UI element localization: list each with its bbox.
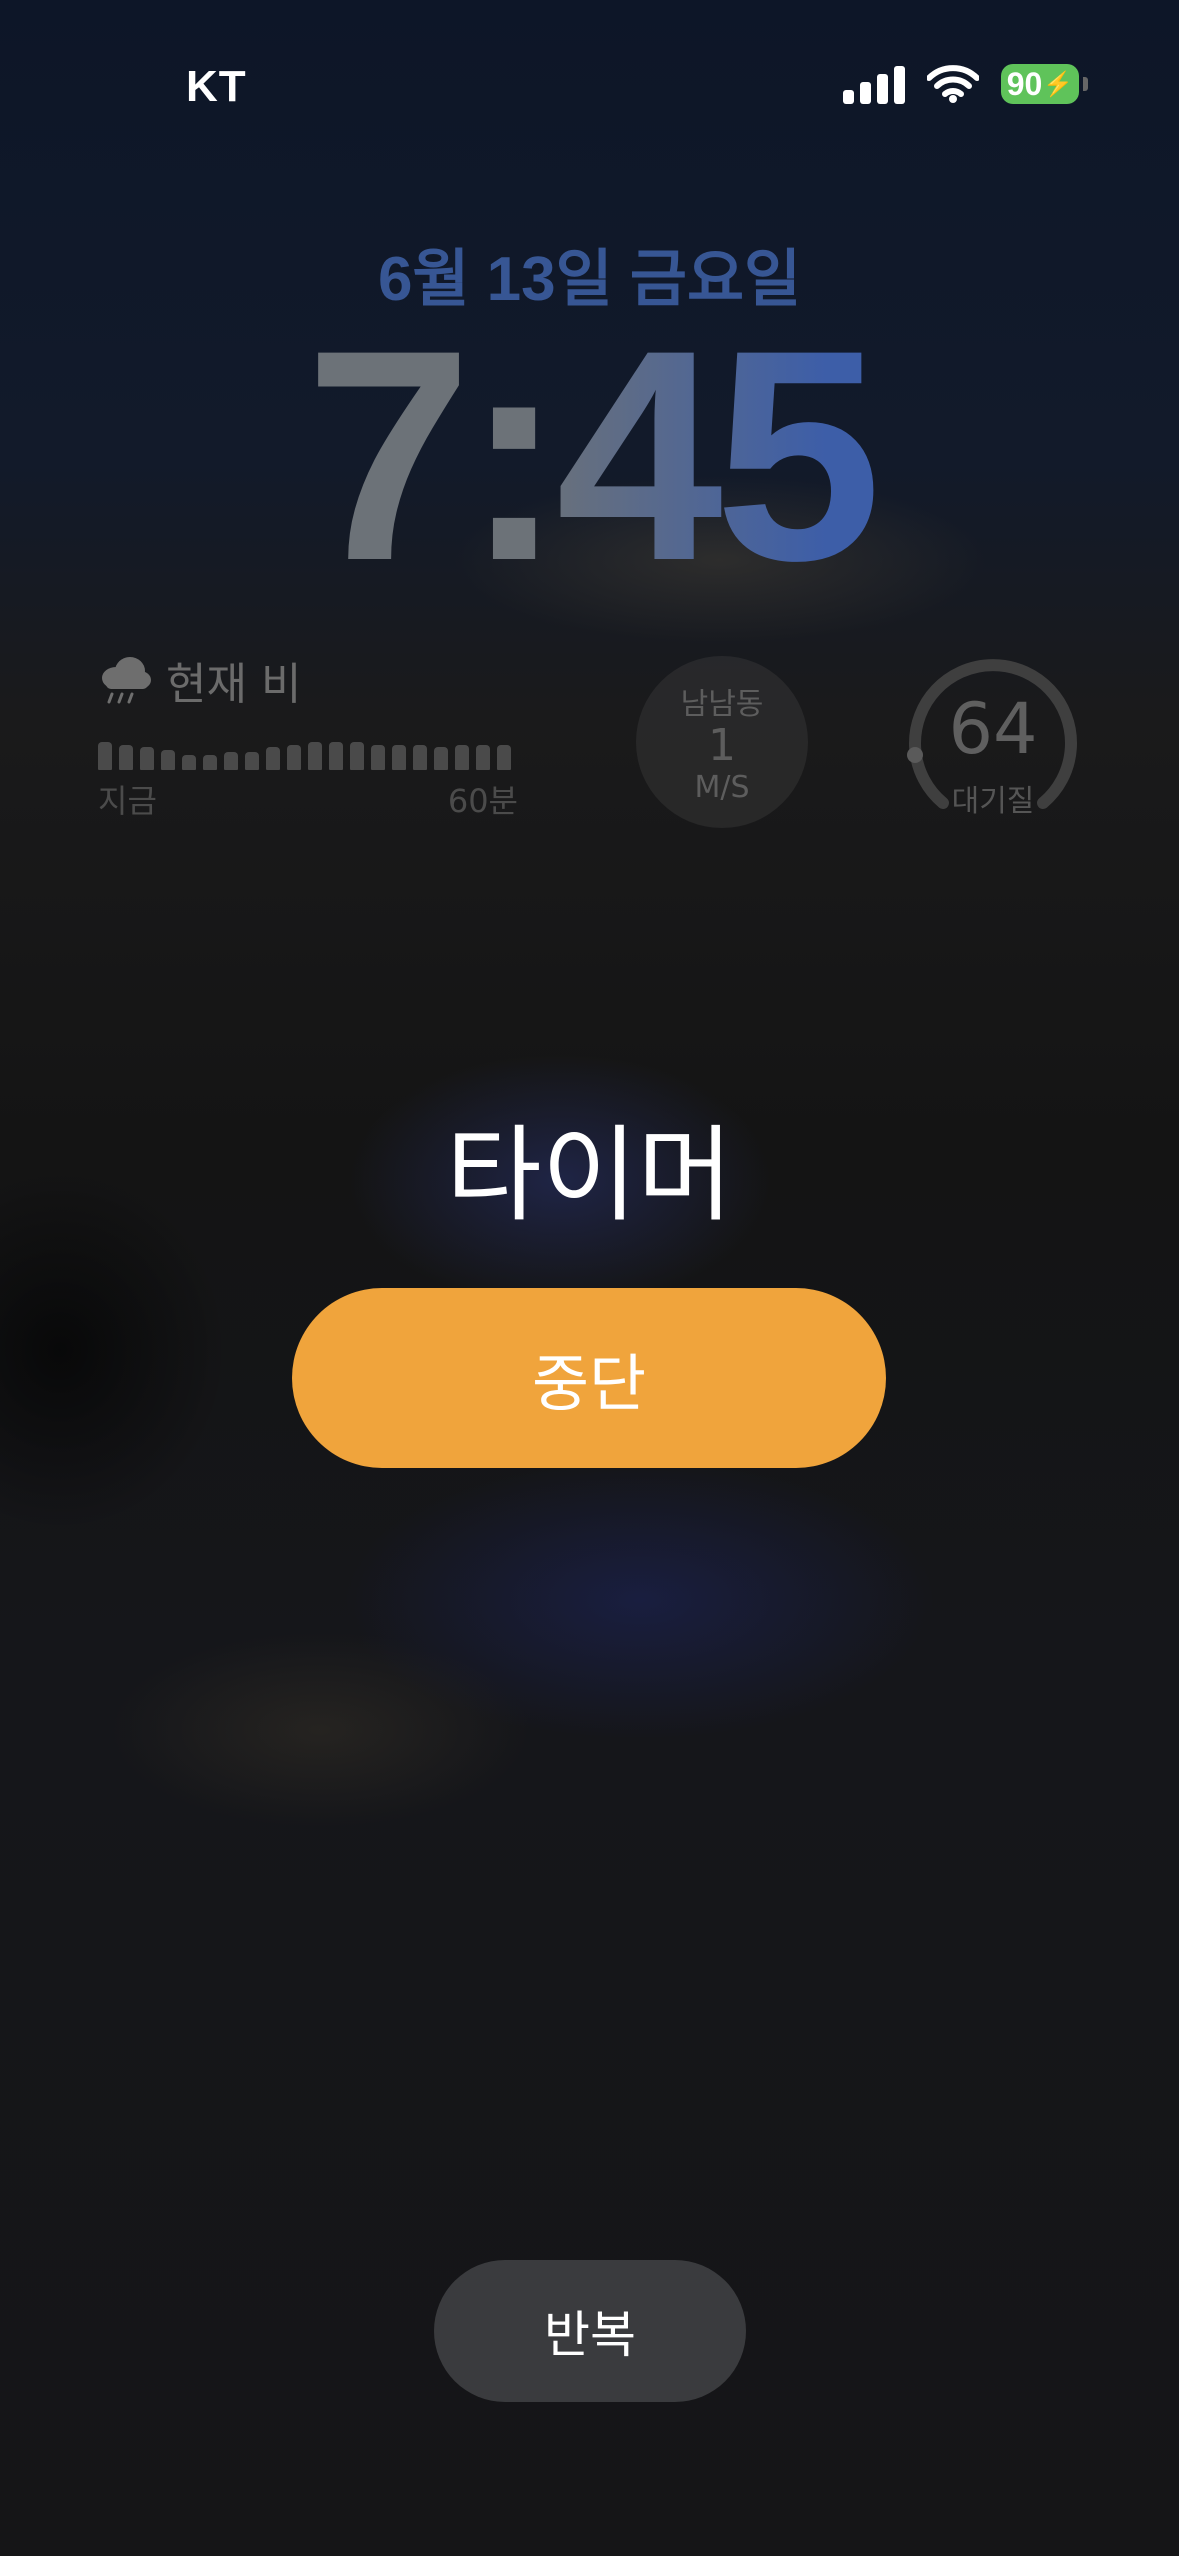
air-quality-label: 대기질: [951, 784, 1035, 819]
rain-intensity-bar: [413, 745, 427, 770]
rain-end-label: 60분: [447, 782, 518, 820]
wind-unit: M/S: [694, 769, 750, 805]
rain-intensity-bar: [392, 745, 406, 770]
air-quality-value: 64: [948, 688, 1038, 770]
stop-button[interactable]: 중단: [292, 1288, 886, 1468]
wind-direction: 남남동: [680, 687, 764, 723]
rain-start-label: 지금: [98, 782, 157, 820]
rain-cloud-icon: [102, 657, 151, 704]
rain-intensity-bar: [140, 747, 154, 770]
wind-speed: 1: [708, 720, 736, 772]
timer-title: 타이머: [445, 1114, 734, 1236]
rain-intensity-bar: [203, 755, 217, 770]
rain-intensity-bar: [119, 745, 133, 770]
lock-screen-time: 7:45: [0, 305, 1179, 605]
rain-intensity-bars: [98, 740, 518, 770]
rain-widget[interactable]: 현재 비 지금 60분: [98, 648, 518, 822]
rain-intensity-bar: [161, 750, 175, 770]
rain-intensity-bar: [266, 747, 280, 770]
rain-intensity-bar: [308, 742, 322, 770]
battery-indicator: 90 ⚡: [1001, 64, 1088, 104]
repeat-button[interactable]: 반복: [434, 2260, 746, 2402]
rain-title: 현재 비: [166, 659, 302, 710]
rain-intensity-bar: [455, 745, 469, 770]
status-icons: 90 ⚡: [843, 64, 1088, 104]
wind-widget[interactable]: 남남동 1 M/S: [636, 656, 808, 828]
charging-bolt-icon: ⚡: [1043, 70, 1074, 98]
rain-intensity-bar: [245, 752, 259, 770]
rain-intensity-bar: [434, 747, 448, 770]
wifi-icon: [927, 65, 979, 103]
rain-intensity-bar: [476, 745, 490, 770]
cellular-signal-icon: [843, 64, 905, 104]
rain-intensity-bar: [497, 745, 511, 770]
battery-level: 90: [1006, 65, 1043, 102]
rain-intensity-bar: [287, 745, 301, 770]
rain-intensity-bar: [98, 742, 112, 770]
rain-intensity-bar: [224, 752, 238, 770]
carrier-name: KT: [186, 62, 247, 111]
air-quality-widget[interactable]: 64 대기질: [904, 652, 1082, 830]
rain-intensity-bar: [182, 755, 196, 770]
rain-intensity-bar: [329, 742, 343, 770]
rain-intensity-bar: [371, 745, 385, 770]
rain-intensity-bar: [350, 742, 364, 770]
